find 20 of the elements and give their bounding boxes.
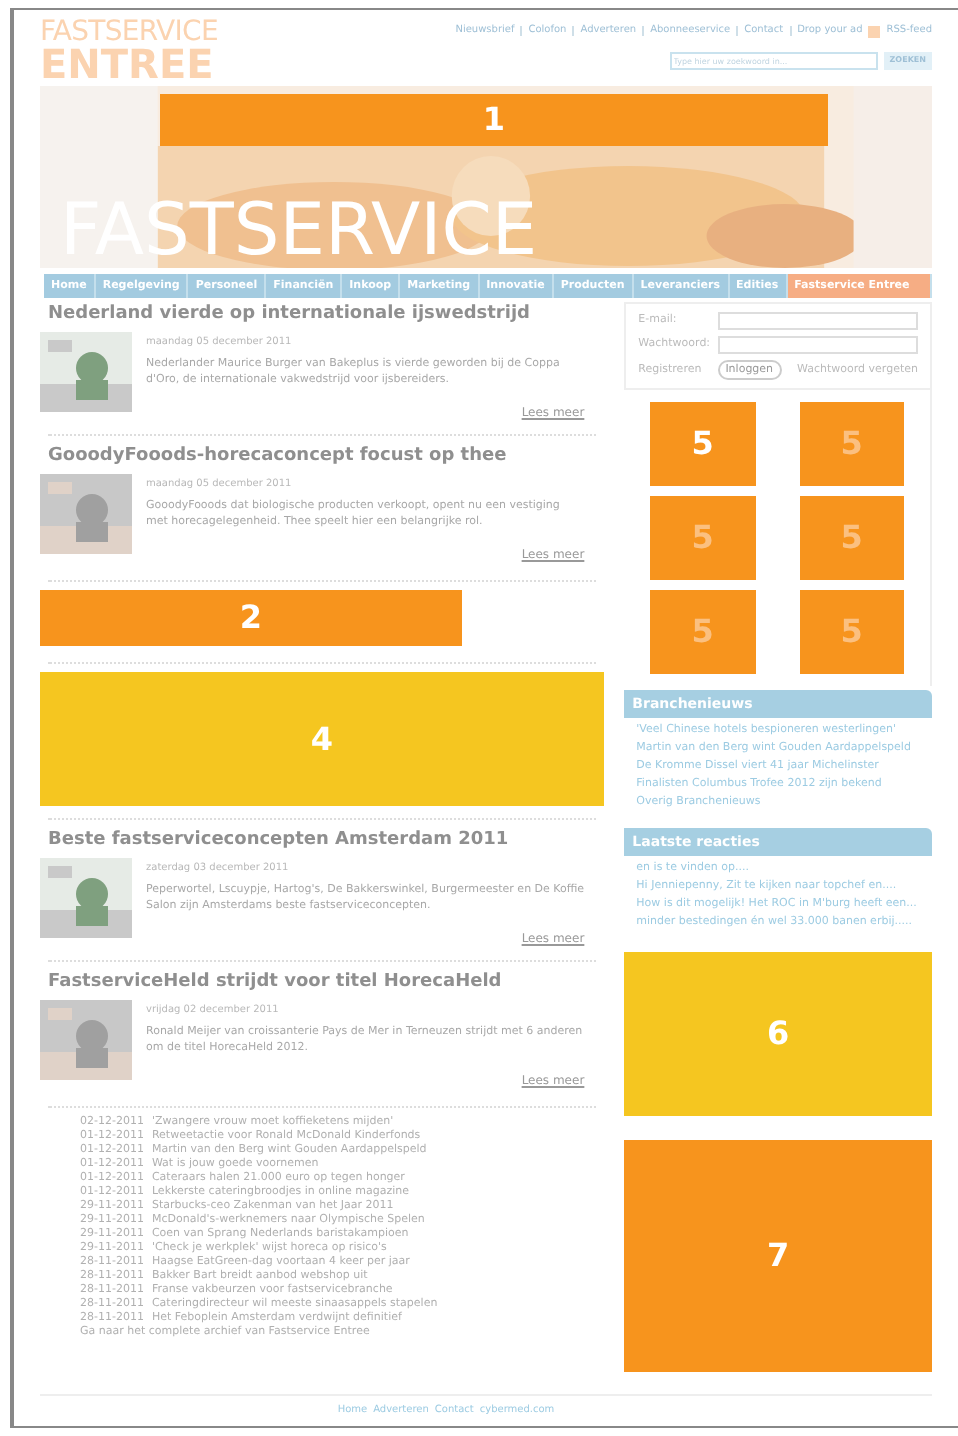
- article-title[interactable]: GooodyFooods-horecaconcept focust op thee: [40, 444, 605, 468]
- logo-line: FASTSERVICE: [40, 18, 218, 46]
- ad-number: 5: [691, 516, 714, 561]
- article-title[interactable]: Nederland vierde op internationale ijswedstrijd: [40, 302, 605, 326]
- ad-number: 6: [767, 1012, 790, 1057]
- article-title[interactable]: Beste fastserviceconcepten Amsterdam 2011: [40, 828, 605, 852]
- ad-number: 2: [239, 596, 263, 640]
- ad-number: 5: [840, 516, 863, 561]
- ad-number: 5: [840, 610, 863, 655]
- rss-icon: [868, 25, 881, 38]
- logo-line: ENTREE: [40, 44, 214, 84]
- ad-number: 4: [310, 717, 334, 761]
- password-field[interactable]: [718, 336, 918, 354]
- email-field[interactable]: [718, 312, 918, 330]
- article-title[interactable]: FastserviceHeld strijdt voor titel HorecaHeld: [40, 970, 605, 994]
- ad-number: 5: [691, 422, 714, 467]
- ad-number: 1: [482, 98, 506, 142]
- ad-number: 5: [840, 422, 863, 467]
- ad-number: 5: [691, 610, 714, 655]
- ad-number: 7: [767, 1234, 790, 1279]
